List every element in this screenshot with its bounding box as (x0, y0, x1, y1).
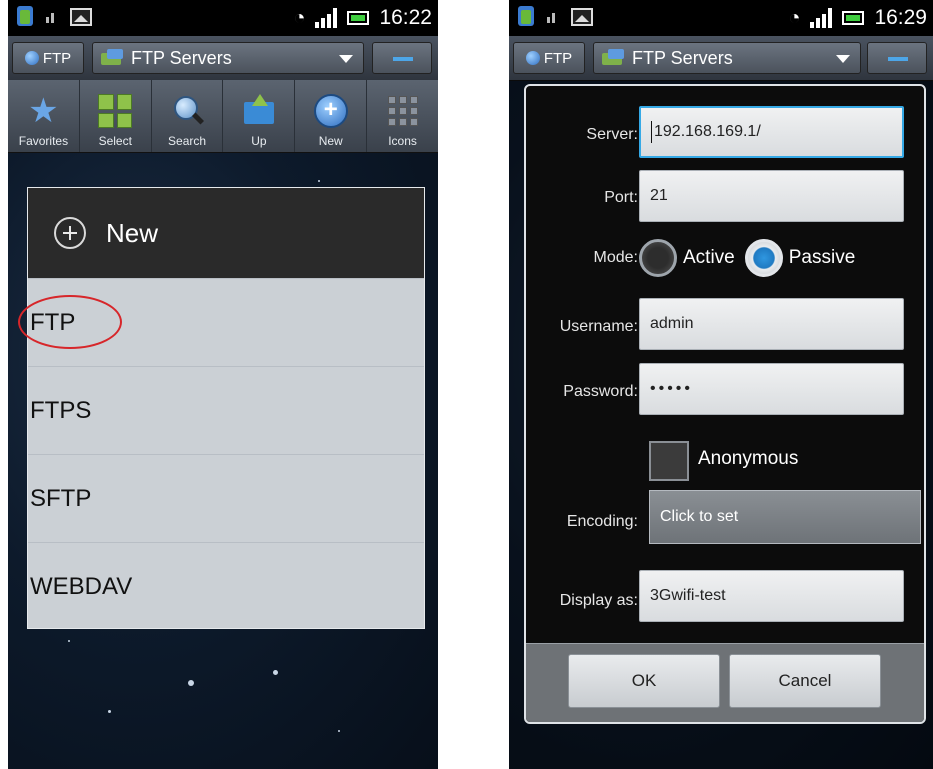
title-bar: FTP FTP Servers (509, 36, 933, 81)
ftp-home-button[interactable]: FTP (12, 42, 84, 74)
chevron-down-icon (339, 55, 353, 63)
signal-small-icon (547, 9, 561, 25)
mode-passive-label: Passive (788, 247, 856, 268)
server-settings-dialog: Server: 192.168.169.1/ Port: 21 Mode: Ac… (524, 84, 926, 724)
new-connection-dialog: New FTP FTPS SFTP WEBDAV (18, 187, 425, 630)
icons-view-icon (386, 94, 420, 128)
title-bar: FTP FTP Servers (8, 36, 438, 81)
display-as-label: Display as: (559, 592, 638, 609)
mode-active-radio[interactable] (639, 239, 677, 277)
password-input[interactable]: ••••• (639, 363, 904, 415)
mode-label: Mode: (593, 249, 638, 266)
password-label: Password: (563, 383, 638, 400)
mode-radio-group: Active Passive (639, 239, 855, 277)
menu-item-ftps[interactable]: FTPS (28, 366, 424, 454)
ftp-home-button[interactable]: FTP (513, 42, 585, 74)
globe-icon (24, 51, 39, 65)
battery-icon (842, 11, 865, 25)
chevron-down-icon (836, 55, 850, 63)
status-bar: ◔ 16:29 (509, 0, 933, 36)
anonymous-label: Anonymous (698, 448, 799, 469)
add-circle-icon (54, 217, 86, 249)
server-input[interactable]: 192.168.169.1/ (639, 106, 904, 158)
image-notification-icon (571, 8, 593, 26)
minimize-button[interactable] (372, 42, 432, 74)
ok-button[interactable]: OK (568, 654, 720, 708)
dialog-title: New (106, 217, 159, 248)
mode-active-label: Active (683, 247, 735, 268)
cell-signal-icon (810, 8, 833, 28)
dialog-header: New (28, 188, 424, 278)
servers-dropdown[interactable]: FTP Servers (92, 42, 364, 74)
signal-small-icon (46, 9, 60, 25)
globe-icon (525, 51, 540, 65)
image-notification-icon (70, 8, 92, 26)
app-notification-icon (515, 4, 537, 30)
phone-screen-left: ◔ 16:22 FTP FTP Servers ★ Favorites Selec… (8, 0, 438, 769)
toolbar-up[interactable]: Up (223, 80, 296, 152)
toolbar: ★ Favorites Select Search Up + New Icons (8, 80, 438, 153)
wifi-icon: ◔ (293, 7, 306, 29)
toolbar-new[interactable]: + New (295, 80, 368, 152)
encoding-button[interactable]: Click to set (649, 490, 921, 544)
port-input[interactable]: 21 (639, 170, 904, 222)
mode-passive-radio[interactable] (744, 239, 783, 277)
servers-dropdown[interactable]: FTP Servers (593, 42, 861, 74)
battery-icon (347, 11, 370, 25)
menu-item-ftp[interactable]: FTP (18, 278, 424, 366)
dialog-footer: OK Cancel (526, 643, 924, 722)
username-label: Username: (559, 318, 638, 335)
cancel-button[interactable]: Cancel (729, 654, 881, 708)
star-icon: ★ (28, 92, 59, 130)
wifi-icon: ◔ (788, 7, 801, 29)
encoding-label: Encoding: (566, 513, 638, 530)
server-label: Server: (586, 126, 638, 143)
toolbar-search[interactable]: Search (152, 80, 224, 152)
plus-icon: + (313, 94, 348, 128)
port-label: Port: (604, 189, 638, 206)
select-icon (98, 94, 133, 128)
clock: 16:29 (874, 6, 927, 29)
clock: 16:22 (379, 6, 432, 29)
display-as-input[interactable]: 3Gwifi-test (639, 570, 904, 622)
minimize-button[interactable] (867, 42, 927, 74)
toolbar-icons[interactable]: Icons (367, 80, 438, 152)
servers-icon (602, 49, 626, 67)
toolbar-select[interactable]: Select (80, 80, 152, 152)
username-input[interactable]: admin (639, 298, 904, 350)
menu-item-webdav[interactable]: WEBDAV (28, 542, 424, 630)
text-cursor (651, 121, 652, 143)
anonymous-checkbox[interactable] (649, 441, 689, 481)
app-notification-icon (14, 4, 36, 30)
folder-up-icon (242, 94, 276, 128)
search-icon (170, 94, 204, 128)
phone-screen-right: ◔ 16:29 FTP FTP Servers Server: 192.168.… (509, 0, 933, 769)
servers-icon (101, 49, 125, 67)
status-bar: ◔ 16:22 (8, 0, 438, 36)
cell-signal-icon (315, 8, 338, 28)
menu-item-sftp[interactable]: SFTP (28, 454, 424, 542)
toolbar-favorites[interactable]: ★ Favorites (8, 80, 80, 152)
annotation-circle (18, 295, 122, 349)
